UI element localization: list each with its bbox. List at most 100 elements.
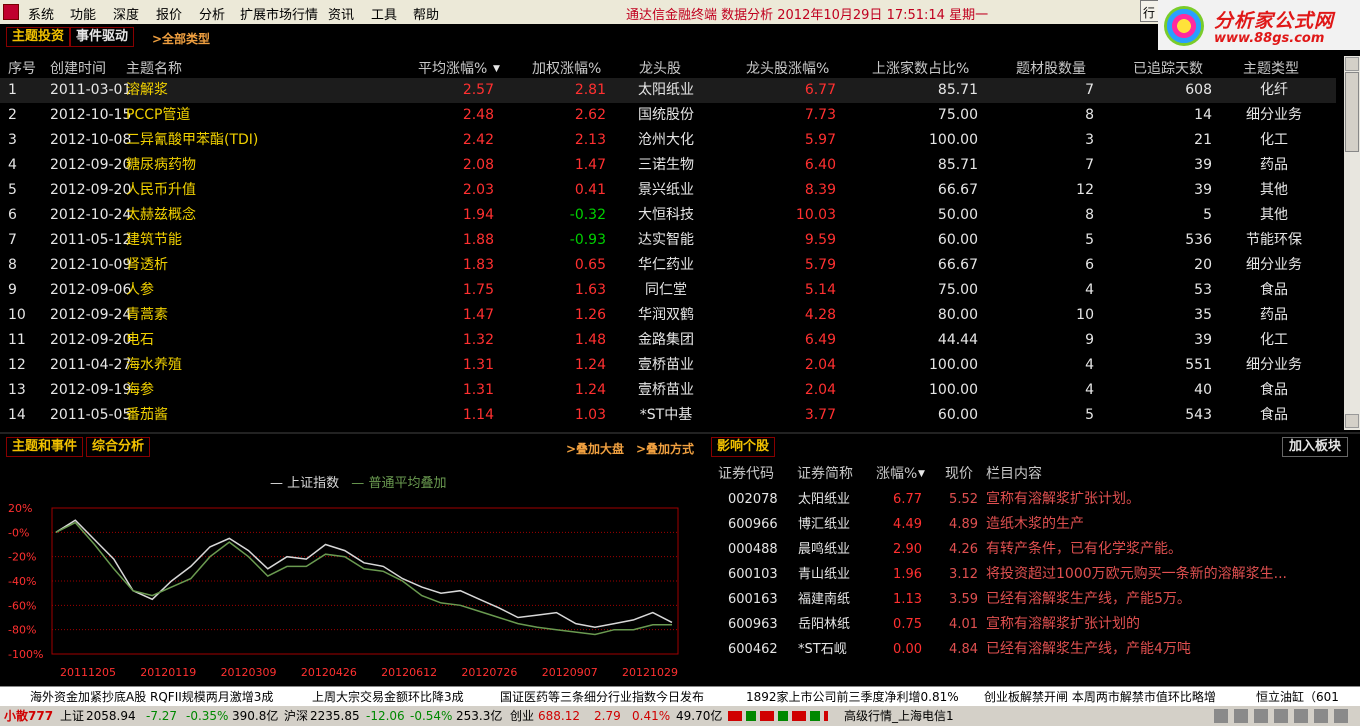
table-cell: 食品 [1260, 382, 1288, 398]
menu-function[interactable]: 功能 [70, 4, 96, 23]
col-leader[interactable]: 龙头股 [639, 58, 681, 78]
table-row[interactable]: 11 2012-09-20 电石 1.32 1.48 金路集团 6.49 44.44 9 39 化工 [0, 328, 1336, 353]
all-types-link[interactable]: >全部类型 [152, 30, 210, 47]
col-leader-change[interactable]: 龙头股涨幅% [746, 58, 829, 78]
menu-tools[interactable]: 工具 [371, 4, 397, 23]
tray-icons[interactable] [1214, 709, 1354, 723]
x-tick-label: 20120426 [301, 666, 357, 679]
ticker-item[interactable]: 恒立油缸（601 [1256, 687, 1339, 707]
col-avg-change[interactable]: 平均涨幅% [418, 58, 487, 78]
col-theme-name[interactable]: 主题名称 [126, 58, 182, 78]
overlay-mode-link[interactable]: >叠加方式 [636, 440, 694, 457]
col-price[interactable]: 现价 [945, 463, 973, 483]
logo: 分析家公式网 www.88gs.com [1158, 0, 1360, 50]
status-xiaosan[interactable]: 小散777 [4, 706, 53, 726]
impact-row[interactable]: 600966 博汇纸业 4.49 4.89 造纸木浆的生产 [712, 512, 1352, 537]
overlay-market-link[interactable]: >叠加大盘 [566, 440, 624, 457]
pane-divider[interactable] [0, 432, 1360, 434]
tab-themes-events[interactable]: 主题和事件 [6, 437, 84, 457]
y-tick-label: -60% [8, 599, 36, 612]
vertical-scrollbar[interactable] [1344, 56, 1360, 430]
table-row[interactable]: 3 2012-10-08 二异氰酸甲苯酯(TDI) 2.42 2.13 沧州大化 5.97 1… [0, 128, 1336, 153]
table-row[interactable]: 6 2012-10-24 太赫兹概念 1.94 -0.32 大恒科技 10.03 50.00 8… [0, 203, 1336, 228]
y-tick-label: -0% [8, 526, 29, 539]
table-cell: 太赫兹概念 [126, 207, 196, 223]
theme-table-body: 1 2011-03-01 溶解浆 2.57 2.81 太阳纸业 6.77 85.71 7 608 化… [0, 78, 1336, 428]
table-row[interactable]: 10 2012-09-24 青蒿素 1.47 1.26 华润双鹤 4.28 80.00 10 35… [0, 303, 1336, 328]
table-cell: 大恒科技 [638, 207, 694, 223]
impact-cell: 600966 [728, 517, 778, 532]
menu-extended-market[interactable]: 扩展市场行情 [240, 4, 318, 23]
scroll-down-icon[interactable] [1345, 414, 1359, 428]
table-cell: 2012-09-20 [50, 332, 132, 348]
tab-theme-investing[interactable]: 主题投资 [6, 27, 71, 47]
table-cell: 60.00 [937, 232, 978, 248]
add-to-board-button[interactable]: 加入板块 [1282, 437, 1349, 457]
table-row[interactable]: 1 2011-03-01 溶解浆 2.57 2.81 太阳纸业 6.77 85.71 7 608 化… [0, 78, 1336, 103]
col-change-pct[interactable]: 涨幅% [876, 463, 917, 483]
table-cell: 1.24 [574, 357, 606, 373]
table-cell: 2.08 [462, 157, 494, 173]
impact-row[interactable]: 600163 福建南纸 1.13 3.59 已经有溶解浆生产线，产能5万。 [712, 587, 1352, 612]
y-tick-label: -40% [8, 575, 36, 588]
table-row[interactable]: 12 2011-04-27 海水养殖 1.31 1.24 壹桥苗业 2.04 100.00 4 5… [0, 353, 1336, 378]
impact-row[interactable]: 600103 青山纸业 1.96 3.12 将投资超过1000万欧元购买一条新的溶解浆生… [712, 562, 1352, 587]
col-theme-type[interactable]: 主题类型 [1243, 58, 1299, 78]
table-cell: 三诺生物 [638, 157, 694, 173]
table-cell: 其他 [1260, 207, 1288, 223]
impact-row[interactable]: 600462 *ST石岘 0.00 4.84 已经有溶解浆生产线，产能4万吨 [712, 637, 1352, 662]
impact-cell: 600963 [728, 617, 778, 632]
impact-cell: 600462 [728, 642, 778, 657]
impact-row[interactable]: 000488 晨鸣纸业 2.90 4.26 有转产条件，已有化学浆产能。 [712, 537, 1352, 562]
menu-quote[interactable]: 报价 [156, 4, 182, 23]
col-stock-code[interactable]: 证券代码 [718, 463, 774, 483]
impact-row[interactable]: 600963 岳阳林纸 0.75 4.01 宣称有溶解浆扩张计划的 [712, 612, 1352, 637]
table-row[interactable]: 9 2012-09-06 人参 1.75 1.63 同仁堂 5.14 75.00 4 53 食品 [0, 278, 1336, 303]
table-row[interactable]: 14 2011-05-05 番茄酱 1.14 1.03 *ST中基 3.77 60.00 5 54… [0, 403, 1336, 428]
table-row[interactable]: 8 2012-10-09 肾透析 1.83 0.65 华仁药业 5.79 66.67 6 20 细分… [0, 253, 1336, 278]
ticker-item[interactable]: 创业板解禁开闸 本周两市解禁市值环比略增 [984, 687, 1216, 707]
table-cell: 100.00 [929, 357, 978, 373]
menu-depth[interactable]: 深度 [113, 4, 139, 23]
ticker-item[interactable]: 国证医药等三条细分行业指数今日发布 [500, 687, 704, 707]
tab-impacted-stocks[interactable]: 影响个股 [711, 437, 776, 457]
ticker-item[interactable]: 海外资金加紧抄底A股 RQFII规模两月激增3成 [30, 687, 273, 707]
menu-news[interactable]: 资讯 [328, 4, 354, 23]
table-cell: 3.77 [804, 407, 836, 423]
menu-system[interactable]: 系统 [28, 4, 54, 23]
menu-help[interactable]: 帮助 [413, 4, 439, 23]
x-tick-label: 20120119 [140, 666, 196, 679]
table-cell: 2.03 [462, 182, 494, 198]
col-index[interactable]: 序号 [8, 58, 36, 78]
table-cell: 80.00 [937, 307, 978, 323]
scroll-up-icon[interactable] [1345, 57, 1359, 71]
col-created[interactable]: 创建时间 [50, 58, 106, 78]
status-server[interactable]: 高级行情_上海电信1 [844, 706, 954, 726]
table-row[interactable]: 5 2012-09-20 人民币升值 2.03 0.41 景兴纸业 8.39 66.67 12 3… [0, 178, 1336, 203]
table-cell: 二异氰酸甲苯酯(TDI) [126, 132, 259, 148]
col-weighted-change[interactable]: 加权涨幅% [532, 58, 601, 78]
ticker-item[interactable]: 1892家上市公司前三季度净利增0.81% [746, 687, 959, 707]
col-stock-name[interactable]: 证券简称 [797, 463, 853, 483]
app-icon [3, 4, 19, 20]
col-up-ratio[interactable]: 上涨家数占比% [872, 58, 969, 78]
col-content[interactable]: 栏目内容 [986, 463, 1042, 483]
menu-analysis[interactable]: 分析 [199, 4, 225, 23]
col-days-tracked[interactable]: 已追踪天数 [1133, 58, 1203, 78]
table-row[interactable]: 13 2012-09-19 海参 1.31 1.24 壹桥苗业 2.04 100.00 4 40 食… [0, 378, 1336, 403]
ticker-item[interactable]: 上周大宗交易金额环比降3成 [312, 687, 464, 707]
y-tick-label: -80% [8, 624, 36, 637]
table-row[interactable]: 7 2011-05-12 建筑节能 1.88 -0.93 达实智能 9.59 60.00 5 53… [0, 228, 1336, 253]
table-row[interactable]: 2 2012-10-15 PCCP管道 2.48 2.62 国统股份 7.73 75.00 8 1… [0, 103, 1336, 128]
col-stock-count[interactable]: 题材股数量 [1016, 58, 1086, 78]
impact-cell: 晨鸣纸业 [798, 542, 851, 557]
tab-comprehensive-analysis[interactable]: 综合分析 [86, 437, 151, 457]
status-bar: 小散777 上证 2058.94 -7.27 -0.35% 390.8亿 沪深 … [0, 706, 1360, 726]
table-cell: 12 [1076, 182, 1094, 198]
table-cell: 8.39 [804, 182, 836, 198]
table-cell: 糖尿病药物 [126, 157, 196, 173]
table-row[interactable]: 4 2012-09-20 糖尿病药物 2.08 1.47 三诺生物 6.40 85.71 7 39… [0, 153, 1336, 178]
tab-event-driven[interactable]: 事件驱动 [70, 27, 135, 47]
scroll-thumb[interactable] [1345, 72, 1359, 152]
impact-row[interactable]: 002078 太阳纸业 6.77 5.52 宣称有溶解浆扩张计划。 [712, 487, 1352, 512]
